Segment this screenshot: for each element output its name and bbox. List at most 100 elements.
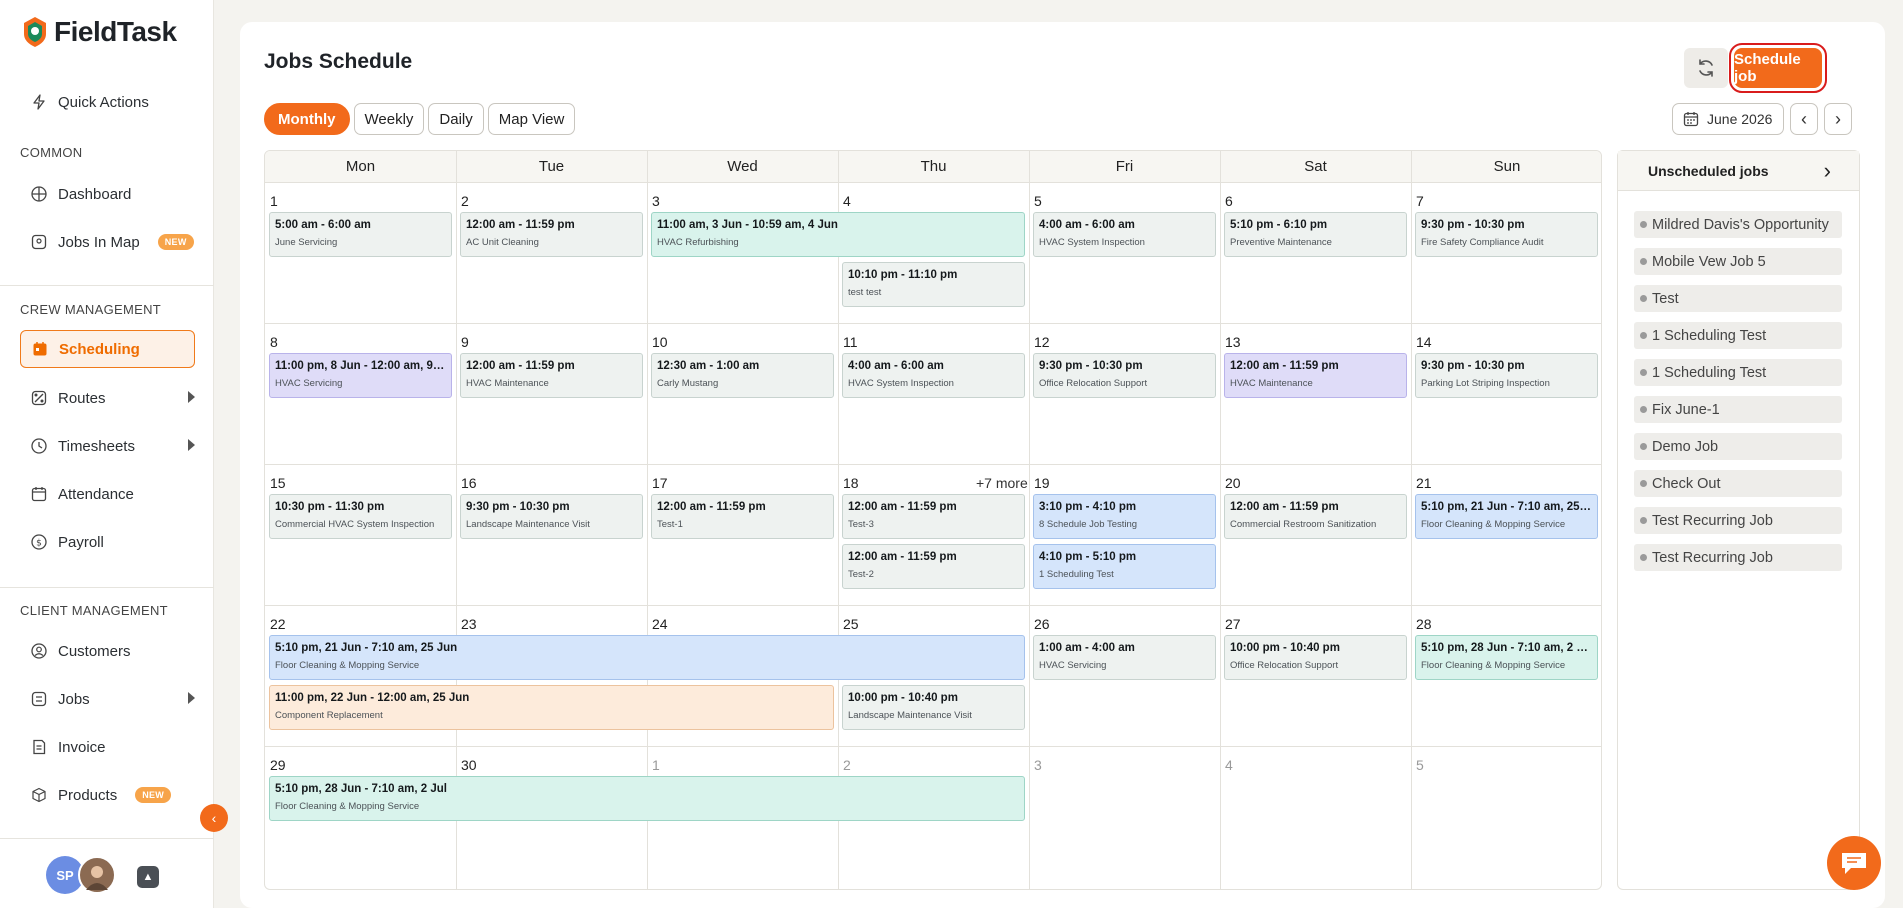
calendar-event[interactable]: 9:30 pm - 10:30 pm Parking Lot Striping I… bbox=[1415, 353, 1598, 398]
tab-monthly[interactable]: Monthly bbox=[264, 103, 350, 135]
calendar-event[interactable]: 11:00 pm, 8 Jun - 12:00 am, 9 Jun HVAC Se… bbox=[269, 353, 452, 398]
chevron-up-icon[interactable]: ▲ bbox=[137, 866, 159, 888]
calendar-event[interactable]: 1:00 am - 4:00 am HVAC Servicing bbox=[1033, 635, 1216, 680]
nav-scheduling[interactable]: Scheduling bbox=[20, 330, 195, 368]
day-number[interactable]: 10 bbox=[652, 334, 668, 350]
day-number[interactable]: 20 bbox=[1225, 475, 1241, 491]
unscheduled-job-item[interactable]: Check Out bbox=[1634, 470, 1842, 497]
calendar-event[interactable]: 12:00 am - 11:59 pm Commercial Restroom S… bbox=[1224, 494, 1407, 539]
day-number[interactable]: 3 bbox=[1034, 757, 1042, 773]
app-logo[interactable]: FieldTask bbox=[22, 16, 177, 48]
calendar-event[interactable]: 12:00 am - 11:59 pm AC Unit Cleaning bbox=[460, 212, 643, 257]
calendar-event[interactable]: 10:30 pm - 11:30 pm Commercial HVAC Syste… bbox=[269, 494, 452, 539]
more-events-link[interactable]: +7 more bbox=[976, 475, 1028, 491]
schedule-job-button[interactable]: Schedule job bbox=[1729, 43, 1827, 93]
calendar-event[interactable]: 10:00 pm - 10:40 pm Landscape Maintenance… bbox=[842, 685, 1025, 730]
day-number[interactable]: 1 bbox=[270, 193, 278, 209]
day-number[interactable]: 2 bbox=[461, 193, 469, 209]
unscheduled-job-item[interactable]: Mobile Vew Job 5 bbox=[1634, 248, 1842, 275]
day-number[interactable]: 25 bbox=[843, 616, 859, 632]
chevron-right-icon[interactable]: › bbox=[1824, 158, 1831, 184]
nav-quick-actions[interactable]: Quick Actions bbox=[20, 83, 195, 121]
day-number[interactable]: 9 bbox=[461, 334, 469, 350]
unscheduled-job-item[interactable]: Mildred Davis's Opportunity bbox=[1634, 211, 1842, 238]
calendar-event[interactable]: 11:00 pm, 22 Jun - 12:00 am, 25 Jun Compo… bbox=[269, 685, 834, 730]
calendar-event[interactable]: 5:10 pm, 28 Jun - 7:10 am, 2 Jul Floor Cl… bbox=[269, 776, 1025, 821]
tab-weekly[interactable]: Weekly bbox=[353, 103, 425, 135]
unscheduled-job-item[interactable]: 1 Scheduling Test bbox=[1634, 359, 1842, 386]
day-number[interactable]: 18 bbox=[843, 475, 859, 491]
user-avatar-photo[interactable] bbox=[78, 856, 116, 894]
day-number[interactable]: 6 bbox=[1225, 193, 1233, 209]
day-number[interactable]: 14 bbox=[1416, 334, 1432, 350]
unscheduled-jobs-header[interactable]: Unscheduled jobs › bbox=[1618, 151, 1859, 191]
day-number[interactable]: 1 bbox=[652, 757, 660, 773]
day-number[interactable]: 24 bbox=[652, 616, 668, 632]
nav-dashboard[interactable]: Dashboard bbox=[20, 175, 195, 213]
unscheduled-job-item[interactable]: Test Recurring Job bbox=[1634, 507, 1842, 534]
day-number[interactable]: 4 bbox=[843, 193, 851, 209]
nav-attendance[interactable]: Attendance bbox=[20, 475, 195, 513]
unscheduled-job-item[interactable]: Test Recurring Job bbox=[1634, 544, 1842, 571]
calendar-event[interactable]: 3:10 pm - 4:10 pm 8 Schedule Job Testing bbox=[1033, 494, 1216, 539]
unscheduled-job-item[interactable]: Fix June-1 bbox=[1634, 396, 1842, 423]
calendar-event[interactable]: 4:00 am - 6:00 am HVAC System Inspection bbox=[1033, 212, 1216, 257]
day-number[interactable]: 12 bbox=[1034, 334, 1050, 350]
calendar-event[interactable]: 12:00 am - 11:59 pm HVAC Maintenance bbox=[1224, 353, 1407, 398]
day-number[interactable]: 11 bbox=[843, 334, 858, 350]
nav-customers[interactable]: Customers bbox=[20, 632, 195, 670]
chat-support-button[interactable] bbox=[1827, 836, 1881, 890]
day-number[interactable]: 29 bbox=[270, 757, 286, 773]
calendar-event[interactable]: 5:10 pm - 6:10 pm Preventive Maintenance bbox=[1224, 212, 1407, 257]
unscheduled-job-item[interactable]: Test bbox=[1634, 285, 1842, 312]
day-number[interactable]: 16 bbox=[461, 475, 477, 491]
refresh-button[interactable] bbox=[1684, 48, 1728, 88]
day-number[interactable]: 28 bbox=[1416, 616, 1432, 632]
day-number[interactable]: 15 bbox=[270, 475, 286, 491]
nav-routes[interactable]: Routes bbox=[20, 379, 195, 417]
calendar-event[interactable]: 12:00 am - 11:59 pm HVAC Maintenance bbox=[460, 353, 643, 398]
calendar-event[interactable]: 4:00 am - 6:00 am HVAC System Inspection bbox=[842, 353, 1025, 398]
day-number[interactable]: 19 bbox=[1034, 475, 1050, 491]
calendar-event[interactable]: 12:00 am - 11:59 pm Test-3 bbox=[842, 494, 1025, 539]
prev-month-button[interactable]: ‹ bbox=[1790, 103, 1818, 135]
day-number[interactable]: 5 bbox=[1416, 757, 1424, 773]
calendar-event[interactable]: 5:10 pm, 21 Jun - 7:10 am, 25 Jun Floor C… bbox=[269, 635, 1025, 680]
day-number[interactable]: 30 bbox=[461, 757, 477, 773]
calendar-event[interactable]: 12:00 am - 11:59 pm Test-2 bbox=[842, 544, 1025, 589]
calendar-event[interactable]: 5:10 pm, 21 Jun - 7:10 am, 25 Jun Floor C… bbox=[1415, 494, 1598, 539]
day-number[interactable]: 23 bbox=[461, 616, 477, 632]
calendar-event[interactable]: 12:00 am - 11:59 pm Test-1 bbox=[651, 494, 834, 539]
unscheduled-job-item[interactable]: 1 Scheduling Test bbox=[1634, 322, 1842, 349]
calendar-event[interactable]: 9:30 pm - 10:30 pm Landscape Maintenance … bbox=[460, 494, 643, 539]
tab-daily[interactable]: Daily bbox=[428, 103, 484, 135]
calendar-event[interactable]: 5:10 pm, 28 Jun - 7:10 am, 2 Jul Floor Cl… bbox=[1415, 635, 1598, 680]
day-number[interactable]: 21 bbox=[1416, 475, 1432, 491]
calendar-event[interactable]: 12:30 am - 1:00 am Carly Mustang bbox=[651, 353, 834, 398]
calendar-event[interactable]: 4:10 pm - 5:10 pm 1 Scheduling Test bbox=[1033, 544, 1216, 589]
nav-invoice[interactable]: Invoice bbox=[20, 728, 195, 766]
day-number[interactable]: 26 bbox=[1034, 616, 1050, 632]
nav-products[interactable]: Products NEW bbox=[20, 776, 195, 814]
month-picker[interactable]: June 2026 bbox=[1672, 103, 1784, 135]
day-number[interactable]: 3 bbox=[652, 193, 660, 209]
day-number[interactable]: 8 bbox=[270, 334, 278, 350]
calendar-event[interactable]: 9:30 pm - 10:30 pm Fire Safety Compliance… bbox=[1415, 212, 1598, 257]
collapse-sidebar-button[interactable]: ‹ bbox=[200, 804, 228, 832]
calendar-event[interactable]: 11:00 am, 3 Jun - 10:59 am, 4 Jun HVAC Re… bbox=[651, 212, 1025, 257]
day-number[interactable]: 13 bbox=[1225, 334, 1241, 350]
unscheduled-job-item[interactable]: Demo Job bbox=[1634, 433, 1842, 460]
calendar-event[interactable]: 10:10 pm - 11:10 pm test test bbox=[842, 262, 1025, 307]
nav-payroll[interactable]: $ Payroll bbox=[20, 523, 195, 561]
tab-map-view[interactable]: Map View bbox=[487, 103, 576, 135]
day-number[interactable]: 22 bbox=[270, 616, 286, 632]
day-number[interactable]: 7 bbox=[1416, 193, 1424, 209]
day-number[interactable]: 2 bbox=[843, 757, 851, 773]
day-number[interactable]: 17 bbox=[652, 475, 668, 491]
day-number[interactable]: 5 bbox=[1034, 193, 1042, 209]
nav-jobs[interactable]: Jobs bbox=[20, 680, 195, 718]
day-number[interactable]: 4 bbox=[1225, 757, 1233, 773]
calendar-event[interactable]: 5:00 am - 6:00 am June Servicing bbox=[269, 212, 452, 257]
nav-timesheets[interactable]: Timesheets bbox=[20, 427, 195, 465]
next-month-button[interactable]: › bbox=[1824, 103, 1852, 135]
